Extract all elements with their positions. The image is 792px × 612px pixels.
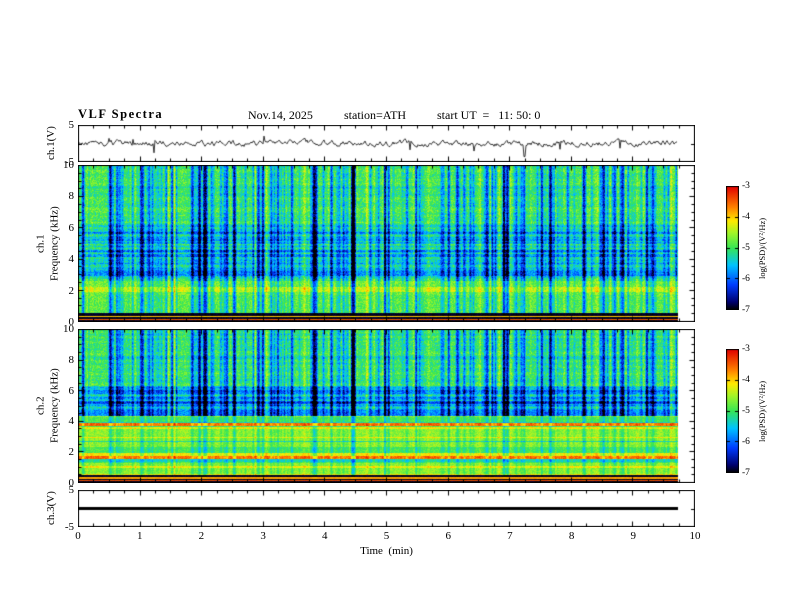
y-tick-label: 4 (68, 253, 75, 266)
x-tick-label: 3 (260, 530, 266, 542)
colorbar-tick-label: -3 (742, 344, 750, 354)
ch1-spectrogram-axis-label-channel: ch.1 (34, 234, 47, 253)
station-label: station=ATH (344, 108, 407, 122)
x-tick-label: 5 (383, 530, 390, 542)
y-tick-label: 5 (68, 119, 75, 131)
x-tick-label: 8 (568, 530, 575, 542)
colorbar-ch2 (726, 349, 739, 473)
ch1-spectrogram-axis-label-frequency: Frequency (kHz) (48, 206, 61, 281)
x-tick-label: 7 (507, 530, 513, 542)
vlf-spectra-figure: VLF Spectra Nov.14, 2025 station=ATH sta… (0, 0, 792, 612)
y-tick-label: 6 (68, 221, 75, 234)
y-tick-label: 2 (68, 446, 75, 459)
colorbar-ch1 (726, 186, 739, 310)
start-ut-label: start UT = 11: 50: 0 (437, 108, 541, 122)
x-tick-label: 4 (322, 530, 328, 542)
y-tick-label: 5 (68, 484, 75, 496)
ch2-spectrogram-axis-label-frequency: Frequency (kHz) (48, 368, 61, 444)
ch1-spectrogram-canvas (78, 165, 695, 322)
ch2-spectrogram-axis-label-channel: ch.2 (34, 396, 47, 416)
colorbar-tick-label: -3 (742, 181, 750, 191)
figure-title: VLF Spectra (78, 107, 164, 121)
y-tick-label: 10 (63, 323, 74, 335)
y-tick-label: 6 (68, 384, 75, 397)
y-tick-label: 4 (68, 415, 75, 428)
y-tick-label: -5 (64, 521, 74, 533)
y-tick-label: 8 (68, 190, 75, 203)
ch2-spectrogram-canvas (78, 329, 695, 483)
colorbar-tick-label: -6 (742, 437, 750, 447)
x-tick-label: 1 (136, 530, 143, 542)
colorbar-tick-label: -4 (742, 212, 750, 222)
colorbar-tick-label: -5 (742, 406, 750, 416)
colorbar-tick-label: -7 (742, 468, 750, 478)
time-axis-label: Time (min) (360, 545, 413, 557)
x-tick-label: 2 (198, 530, 205, 542)
y-tick-label: -5 (64, 156, 74, 168)
colorbar-tick-label: -7 (742, 305, 750, 315)
x-tick-label: 9 (630, 530, 637, 542)
x-tick-label: 6 (445, 530, 451, 542)
y-tick-label: 8 (68, 353, 75, 366)
colorbar-tick-label: -4 (742, 375, 750, 385)
x-tick-label: 10 (689, 530, 701, 542)
colorbar-tick-label: -5 (742, 243, 750, 253)
y-tick-label: 2 (68, 284, 75, 297)
ch3-waveform-canvas (78, 490, 695, 527)
ch1-waveform-canvas (78, 125, 695, 162)
date-label: Nov.14, 2025 (248, 108, 313, 122)
colorbar-tick-label: -6 (742, 274, 750, 284)
